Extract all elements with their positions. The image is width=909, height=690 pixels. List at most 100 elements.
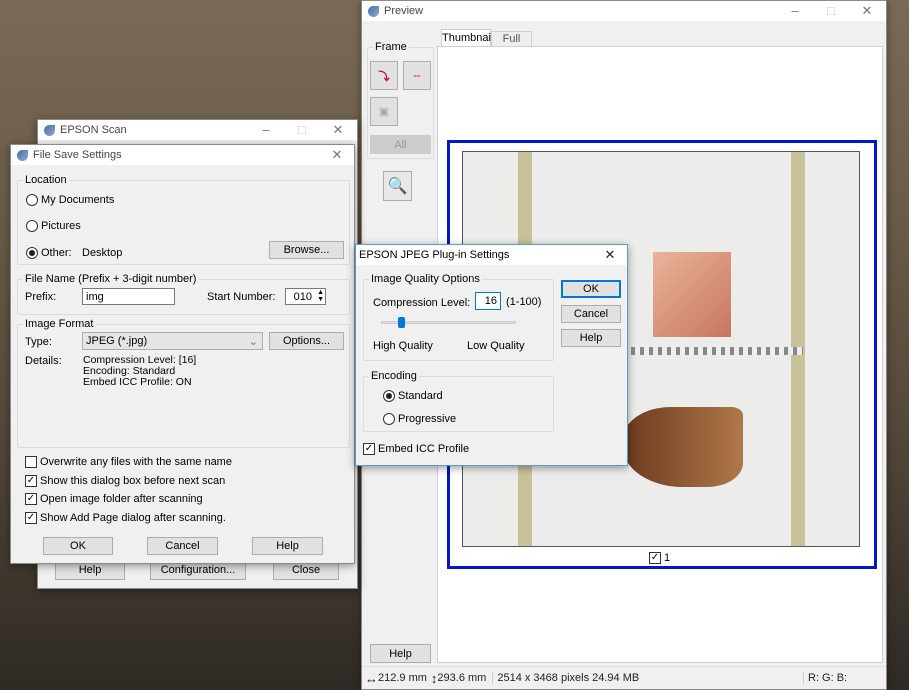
help-label: Help bbox=[579, 332, 603, 344]
auto-locate-icon: ▣ bbox=[378, 106, 390, 118]
compression-slider-thumb[interactable] bbox=[398, 317, 406, 328]
details-label: Details: bbox=[25, 355, 62, 367]
zoom-preview-button[interactable]: 🔍 bbox=[383, 171, 412, 201]
radio-pictures[interactable]: Pictures bbox=[26, 220, 81, 232]
file-name-label: File Name (Prefix + 3-digit number) bbox=[23, 273, 199, 285]
checkbox-icon bbox=[25, 456, 37, 468]
options-button[interactable]: Options... bbox=[269, 332, 344, 350]
file-save-help-button[interactable]: Help bbox=[252, 537, 323, 555]
close-icon[interactable]: ✕ bbox=[852, 1, 882, 21]
status-info: 2514 x 3468 pixels 24.94 MB bbox=[492, 672, 639, 684]
radio-icon bbox=[383, 413, 395, 425]
browse-label: Browse... bbox=[283, 244, 330, 256]
jpeg-ok-button[interactable]: OK bbox=[561, 280, 621, 298]
low-quality-label: Low Quality bbox=[467, 340, 525, 352]
prefix-label: Prefix: bbox=[25, 291, 57, 303]
checkbox-show-dialog[interactable]: ✓ Show this dialog box before next scan bbox=[25, 475, 225, 487]
type-select[interactable]: JPEG (*.jpg) ⌄ bbox=[82, 332, 263, 350]
options-label: Options... bbox=[282, 335, 331, 347]
check-icon: ✓ bbox=[25, 512, 37, 524]
location-label: Location bbox=[23, 174, 69, 186]
ok-label: OK bbox=[70, 540, 86, 552]
radio-other[interactable]: Other: bbox=[26, 247, 72, 259]
checkbox-label: Show Add Page dialog after scanning. bbox=[40, 512, 226, 524]
maximize-button[interactable]: □ bbox=[287, 120, 317, 140]
epson-logo-icon bbox=[368, 5, 379, 17]
flip-icon: ⤵ bbox=[378, 70, 390, 83]
file-save-settings-dialog: File Save Settings ✕ Location My Documen… bbox=[10, 144, 355, 564]
maximize-button[interactable]: □ bbox=[816, 1, 846, 21]
tab-thumbnail[interactable]: Thumbnail bbox=[441, 29, 493, 47]
radio-progressive[interactable]: Progressive bbox=[383, 413, 456, 425]
mirror-icon: ⇔ bbox=[411, 69, 423, 82]
type-label: Type: bbox=[25, 336, 52, 348]
radio-selected-icon bbox=[383, 390, 395, 402]
ok-label: OK bbox=[583, 283, 599, 295]
checkbox-label: Show this dialog box before next scan bbox=[40, 475, 226, 487]
check-icon: ✓ bbox=[25, 493, 37, 505]
checkbox-open-folder[interactable]: ✓ Open image folder after scanning bbox=[25, 493, 203, 505]
minimize-button[interactable]: – bbox=[780, 1, 810, 21]
thumbnail-checkbox[interactable]: ✓ 1 bbox=[649, 552, 670, 564]
radio-my-documents[interactable]: My Documents bbox=[26, 194, 114, 206]
flip-frame-button[interactable]: ⤵ bbox=[370, 61, 398, 90]
other-location-value: Desktop bbox=[82, 247, 123, 259]
checkbox-label: Overwrite any files with the same name bbox=[40, 456, 232, 468]
width-arrow-icon: ↔ bbox=[365, 670, 378, 686]
auto-locate-button[interactable]: ▣ bbox=[370, 97, 398, 126]
image-format-label: Image Format bbox=[23, 318, 96, 330]
mirror-frame-button[interactable]: ⇔ bbox=[403, 61, 431, 90]
type-value: JPEG (*.jpg) bbox=[86, 335, 148, 347]
image-quality-label: Image Quality Options bbox=[369, 273, 482, 285]
status-rgb: R: G: B: bbox=[803, 672, 847, 684]
compression-label: Compression Level: bbox=[373, 297, 471, 309]
help-label: Help bbox=[389, 647, 412, 660]
chevron-down-icon: ⌄ bbox=[248, 335, 258, 348]
epson-logo-icon bbox=[44, 124, 55, 136]
checkbox-overwrite[interactable]: Overwrite any files with the same name bbox=[25, 456, 232, 468]
jpeg-help-button[interactable]: Help bbox=[561, 329, 621, 347]
browse-button[interactable]: Browse... bbox=[269, 241, 344, 259]
detail-icc: Embed ICC Profile: ON bbox=[83, 376, 192, 388]
epson-logo-icon bbox=[17, 149, 28, 161]
radio-standard[interactable]: Standard bbox=[383, 390, 443, 402]
checkbox-label: Open image folder after scanning bbox=[40, 493, 203, 505]
prefix-input[interactable]: img bbox=[82, 288, 175, 305]
close-label: Close bbox=[291, 564, 321, 576]
close-icon[interactable]: ✕ bbox=[323, 120, 353, 140]
checkbox-label: Embed ICC Profile bbox=[378, 443, 470, 455]
checkbox-embed-icc[interactable]: ✓ Embed ICC Profile bbox=[363, 443, 469, 455]
file-save-ok-button[interactable]: OK bbox=[43, 537, 113, 555]
preview-title: Preview bbox=[384, 5, 424, 17]
magnifier-icon: 🔍 bbox=[387, 178, 408, 195]
jpeg-cancel-button[interactable]: Cancel bbox=[561, 305, 621, 323]
check-icon: ✓ bbox=[25, 475, 37, 487]
jpeg-settings-dialog: EPSON JPEG Plug-in Settings ✕ Image Qual… bbox=[355, 244, 628, 466]
spinner-arrows-icon[interactable]: ▲ ▼ bbox=[317, 289, 324, 303]
compression-input[interactable]: 16 bbox=[475, 292, 501, 310]
all-label: All bbox=[394, 138, 407, 151]
help-label: Help bbox=[78, 564, 102, 576]
radio-icon bbox=[26, 220, 38, 232]
jpeg-titlebar: EPSON JPEG Plug-in Settings bbox=[356, 245, 627, 265]
status-bar: ↔ 212.9 mm ↕ 293.6 mm 2514 x 3468 pixels 2… bbox=[362, 666, 886, 689]
close-icon[interactable]: ✕ bbox=[595, 245, 625, 265]
frame-label: Frame bbox=[373, 41, 409, 53]
status-width: 212.9 mm bbox=[378, 672, 427, 684]
epson-scan-title: EPSON Scan bbox=[60, 124, 127, 136]
tab-full-size[interactable]: Full Size bbox=[491, 31, 532, 59]
cancel-label: Cancel bbox=[573, 308, 609, 320]
start-number-spinner[interactable]: 010 ▲ ▼ bbox=[285, 288, 326, 305]
preview-help-button[interactable]: Help bbox=[370, 644, 431, 663]
minimize-button[interactable]: – bbox=[251, 120, 281, 140]
check-icon: ✓ bbox=[363, 443, 375, 455]
file-save-cancel-button[interactable]: Cancel bbox=[147, 537, 218, 555]
all-button[interactable]: All bbox=[370, 135, 431, 154]
close-icon[interactable]: ✕ bbox=[322, 145, 352, 165]
configuration-label: Configuration... bbox=[160, 564, 236, 576]
radio-label: Standard bbox=[398, 390, 443, 402]
checkbox-add-page[interactable]: ✓ Show Add Page dialog after scanning. bbox=[25, 512, 226, 524]
check-icon: ✓ bbox=[649, 552, 661, 564]
status-height: 293.6 mm bbox=[437, 672, 487, 684]
radio-label: Other: bbox=[41, 247, 72, 259]
